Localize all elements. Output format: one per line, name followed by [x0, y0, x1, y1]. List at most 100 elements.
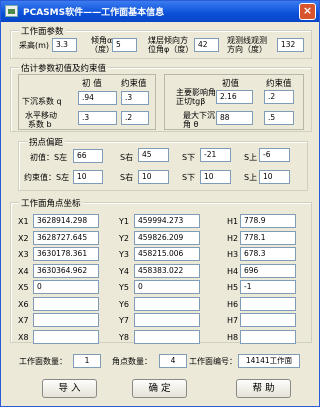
corner-h-input[interactable] — [240, 330, 296, 344]
survey-azimuth-input[interactable]: 132 — [277, 38, 304, 52]
face-no-label: 工作面编号： — [189, 357, 237, 366]
max-subsidence-angle-initial[interactable]: 88 — [216, 111, 253, 125]
help-button[interactable]: 帮 助 — [236, 379, 291, 398]
corner-h-label: H4 — [227, 267, 239, 276]
s-up-constraint[interactable]: 10 — [259, 170, 290, 184]
corner-y-label: Y5 — [119, 283, 129, 292]
horizontal-coef-initial[interactable]: .3 — [78, 111, 117, 125]
group-title: 估计参数初值及约束值 — [19, 62, 109, 74]
corner-x-label: X3 — [18, 250, 29, 259]
s-up-label: S上 — [244, 153, 258, 162]
s-up-label: S上 — [244, 173, 258, 182]
corner-y-input[interactable]: 0 — [134, 280, 200, 294]
s-down-label: S下 — [182, 173, 196, 182]
corner-x-label: X8 — [18, 333, 29, 342]
corner-count-field[interactable]: 4 — [159, 354, 187, 368]
corner-y-input[interactable] — [134, 313, 200, 327]
constraint-header: 约束值 — [121, 79, 147, 89]
corner-y-input[interactable]: 458215.006 — [134, 247, 200, 261]
max-subsidence-angle-label: 最大下沉 — [183, 111, 215, 120]
offset-initial-label: 初值：S左 — [30, 153, 68, 162]
mining-height-label: 采高(m) — [19, 41, 50, 50]
import-button[interactable]: 导 入 — [42, 379, 97, 398]
corner-y-input[interactable] — [134, 297, 200, 311]
corner-x-input[interactable] — [33, 330, 99, 344]
influence-angle-constraint[interactable]: .2 — [264, 90, 294, 104]
corner-x-label: X2 — [18, 234, 29, 243]
corner-x-input[interactable] — [33, 297, 99, 311]
corner-h-input[interactable]: -1 — [240, 280, 296, 294]
corner-x-input[interactable] — [33, 313, 99, 327]
ok-button[interactable]: 确 定 — [132, 379, 187, 398]
s-right-label: S右 — [120, 153, 134, 162]
corner-h-label: H5 — [227, 283, 239, 292]
corner-x-input[interactable]: 3628914.298 — [33, 214, 99, 228]
horizontal-coef-constraint[interactable]: .2 — [121, 111, 149, 125]
s-down-label: S下 — [182, 153, 196, 162]
corner-y-input[interactable]: 459826.209 — [134, 231, 200, 245]
s-left-constraint[interactable]: 10 — [73, 170, 103, 184]
s-right-label: S右 — [120, 173, 134, 182]
subsidence-coef-label: 下沉系数 q — [22, 97, 62, 106]
dialog-window: PCASMS软件——工作面基本信息 × 工作面参数 采高(m) 3.3 倾角α … — [0, 0, 320, 407]
s-down-initial[interactable]: -21 — [200, 148, 231, 162]
corner-x-input[interactable]: 3630178.361 — [33, 247, 99, 261]
corner-y-label: Y8 — [119, 333, 129, 342]
subsidence-coef-initial[interactable]: .94 — [78, 91, 117, 105]
corner-x-input[interactable]: 3630364.962 — [33, 264, 99, 278]
max-subsidence-angle-label-2: 角 θ — [183, 120, 199, 129]
influence-angle-initial[interactable]: 2.16 — [216, 90, 253, 104]
corner-y-label: Y3 — [119, 250, 129, 259]
group-title: 拐点偏距 — [27, 136, 66, 148]
influence-angle-label-2: 正切tgβ — [176, 97, 206, 106]
influence-angle-label: 主要影响角 — [176, 88, 216, 97]
corner-h-label: H3 — [227, 250, 239, 259]
s-right-constraint[interactable]: 10 — [138, 170, 169, 184]
corner-h-input[interactable]: 778.9 — [240, 214, 296, 228]
corner-y-input[interactable] — [134, 330, 200, 344]
face-count-field[interactable]: 1 — [73, 354, 101, 368]
dip-input[interactable]: 5 — [112, 38, 137, 52]
corner-count-label: 角点数量： — [112, 357, 152, 366]
corner-h-label: H2 — [227, 234, 239, 243]
horizontal-coef-label: 水平移动 — [25, 111, 57, 120]
corner-h-label: H1 — [227, 217, 239, 226]
group-title: 工作面角点坐标 — [19, 197, 83, 209]
close-button[interactable]: × — [299, 3, 316, 20]
title-bar[interactable]: PCASMS软件——工作面基本信息 × — [1, 1, 319, 22]
corner-h-label: H6 — [227, 300, 239, 309]
s-right-initial[interactable]: 45 — [138, 148, 169, 162]
initial-header: 初 值 — [82, 79, 102, 89]
window-title: PCASMS软件——工作面基本信息 — [23, 8, 165, 18]
corner-y-label: Y6 — [119, 300, 129, 309]
group-title: 工作面参数 — [19, 25, 66, 37]
survey-azimuth-label-2: 方向（度） — [227, 45, 267, 54]
corner-x-input[interactable]: 3628727.645 — [33, 231, 99, 245]
corner-h-input[interactable] — [240, 297, 296, 311]
corner-y-input[interactable]: 458383.022 — [134, 264, 200, 278]
offset-constraint-label: 约束值：S左 — [24, 173, 70, 182]
corner-y-input[interactable]: 459994.273 — [134, 214, 200, 228]
s-up-initial[interactable]: -6 — [259, 148, 290, 162]
max-subsidence-angle-constraint[interactable]: .5 — [264, 111, 294, 125]
seam-azimuth-label: 煤层倾向方 — [148, 36, 188, 45]
subsidence-coef-constraint[interactable]: .3 — [121, 91, 149, 105]
face-no-field[interactable]: 14141工作面 — [238, 354, 300, 368]
seam-azimuth-label-2: 位角φ（度） — [148, 45, 194, 54]
corner-y-label: Y1 — [119, 217, 129, 226]
s-left-initial[interactable]: 66 — [73, 149, 103, 163]
dip-label: 倾角α — [91, 36, 113, 45]
corner-h-label: H7 — [227, 316, 239, 325]
corner-h-label: H8 — [227, 333, 239, 342]
corner-x-label: X6 — [18, 300, 29, 309]
corner-x-label: X4 — [18, 267, 29, 276]
corner-h-input[interactable]: 678.3 — [240, 247, 296, 261]
mining-height-input[interactable]: 3.3 — [52, 38, 77, 52]
seam-azimuth-input[interactable]: 42 — [194, 38, 219, 52]
corner-h-input[interactable] — [240, 313, 296, 327]
corner-h-input[interactable]: 778.1 — [240, 231, 296, 245]
corner-x-input[interactable]: 0 — [33, 280, 99, 294]
corner-h-input[interactable]: 696 — [240, 264, 296, 278]
s-down-constraint[interactable]: 10 — [200, 170, 231, 184]
survey-azimuth-label: 观测线观测 — [227, 36, 267, 45]
